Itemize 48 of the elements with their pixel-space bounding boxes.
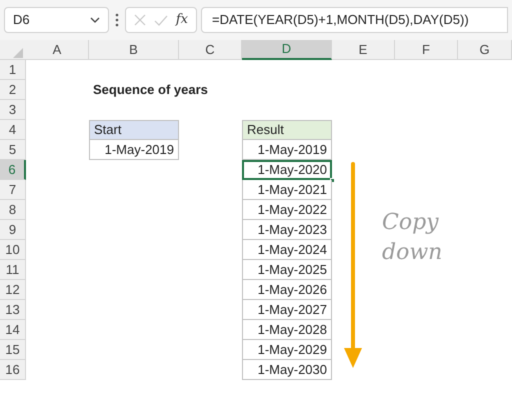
name-box[interactable]: D6 [4,7,109,33]
fill-handle[interactable] [330,178,335,183]
table-cell[interactable]: 1-May-2028 [242,320,332,340]
column-header[interactable]: G [458,40,512,60]
table-cell[interactable]: 1-May-2024 [242,240,332,260]
row-header[interactable]: 10 [0,240,26,260]
row-header[interactable]: 4 [0,120,26,140]
chevron-down-icon [90,17,100,23]
table-cell[interactable]: 1-May-2026 [242,280,332,300]
column-header[interactable]: F [395,40,458,60]
column-header[interactable]: E [332,40,395,60]
row-header[interactable]: 1 [0,60,26,80]
insert-function-button[interactable]: fx [176,10,188,30]
table-header: Start [89,120,179,140]
row-header[interactable]: 2 [0,80,26,100]
sheet-title: Sequence of years [93,81,208,100]
formula-field[interactable]: =DATE(YEAR(D5)+1,MONTH(D5),DAY(D5)) [201,7,508,33]
select-all-icon[interactable] [13,48,23,58]
row-header[interactable]: 8 [0,200,26,220]
column-header[interactable]: D [242,40,332,60]
more-options-icon[interactable] [115,13,119,27]
table-cell[interactable]: 1-May-2027 [242,300,332,320]
table-cell[interactable]: 1-May-2025 [242,260,332,280]
row-header[interactable]: 11 [0,260,26,280]
table-header: Result [242,120,332,140]
cancel-icon[interactable] [134,14,146,26]
row-header[interactable]: 5 [0,140,26,160]
table-cell: 1-May-2019 [89,140,179,160]
column-header[interactable]: B [89,40,179,60]
table-cell[interactable]: 1-May-2021 [242,180,332,200]
row-header[interactable]: 6 [0,160,26,180]
row-header[interactable]: 9 [0,220,26,240]
table-cell[interactable]: 1-May-2023 [242,220,332,240]
row-header[interactable]: 7 [0,180,26,200]
annotation-text: Copy down [382,209,442,267]
table-cell[interactable]: 1-May-2029 [242,340,332,360]
row-header[interactable]: 13 [0,300,26,320]
row-header[interactable]: 14 [0,320,26,340]
row-header[interactable]: 3 [0,100,26,120]
column-header[interactable]: A [26,40,89,60]
row-header[interactable]: 16 [0,360,26,380]
table-cell[interactable]: 1-May-2022 [242,200,332,220]
row-header[interactable]: 15 [0,340,26,360]
row-header[interactable]: 12 [0,280,26,300]
table-cell[interactable]: 1-May-2019 [242,140,332,160]
table-cell[interactable]: 1-May-2020 [242,160,332,180]
table-cell[interactable]: 1-May-2030 [242,360,332,380]
checkmark-icon[interactable] [154,14,168,26]
